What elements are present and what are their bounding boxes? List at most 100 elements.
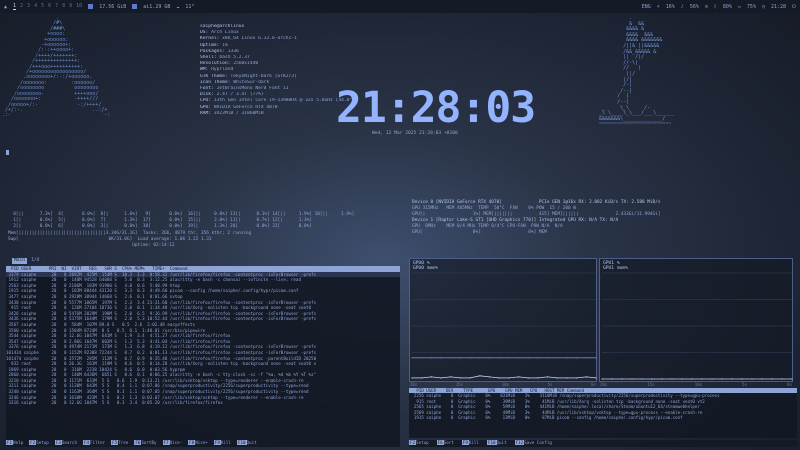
table-row[interactable]: 1915 saiphe 0 Graphic 0% 13MiB 0% 87MiB … — [409, 415, 797, 420]
nvtop-function-keys: F2Setup F6Sort F9Kill F10Quit F12Save Config — [409, 440, 797, 447]
fkey-action[interactable]: SortBy — [141, 440, 156, 445]
fkey-label[interactable]: F7 — [162, 440, 170, 445]
fkey-action[interactable]: Filter — [90, 440, 105, 445]
tab-main[interactable]: Main — [12, 258, 28, 264]
workspace-8[interactable]: 8 — [62, 3, 65, 10]
workspace-9[interactable]: 9 — [69, 3, 72, 10]
fkey-action[interactable]: Setup — [36, 440, 49, 445]
data-point — [450, 357, 452, 359]
fkey-f6[interactable]: F6Sort — [436, 440, 458, 447]
fkey-f10[interactable]: F10Quit — [236, 440, 260, 447]
data-point — [691, 378, 693, 380]
fkey-f9[interactable]: F9Kill — [461, 440, 483, 447]
workspace-10[interactable]: 10 — [76, 3, 82, 10]
fkey-label[interactable]: F9 — [461, 440, 469, 445]
fkey-action[interactable]: Sort — [444, 440, 454, 445]
fkey-label[interactable]: F12 — [514, 440, 525, 445]
fkey-action[interactable]: Setup — [416, 440, 429, 445]
fkey-action[interactable]: Quit — [247, 440, 257, 445]
volume-icon[interactable]: ♪ — [681, 4, 684, 10]
series-line-0 — [412, 375, 597, 379]
fkey-label[interactable]: F2 — [409, 440, 417, 445]
workspace-6[interactable]: 6 — [48, 3, 51, 10]
fkey-f1[interactable]: F1Help — [6, 440, 26, 447]
workspace-5[interactable]: 5 — [41, 3, 44, 10]
workspace-3[interactable]: 3 — [27, 3, 30, 10]
fkey-action[interactable]: Tree — [118, 440, 128, 445]
fkey-f4[interactable]: F4Filter — [82, 440, 108, 447]
meter-line: Uptime: 02:14:12 — [8, 243, 175, 249]
fkey-action[interactable]: Kill — [469, 440, 479, 445]
fkey-action[interactable]: Save Config — [524, 440, 552, 445]
data-point — [517, 376, 520, 378]
fkey-f10[interactable]: F10Quit — [486, 440, 511, 447]
data-point — [791, 378, 793, 380]
fkey-f9[interactable]: F9Kill — [213, 440, 234, 447]
fkey-action[interactable]: Nice+ — [195, 440, 208, 445]
arch-logo-icon[interactable]: ▲ — [4, 4, 7, 10]
tab-io[interactable]: I/O — [29, 258, 42, 264]
fkey-action[interactable]: Search — [62, 440, 77, 445]
clock-icon: ◷ — [761, 3, 765, 10]
workspace-2[interactable]: 2 — [20, 3, 23, 10]
fkey-label[interactable]: F9 — [213, 440, 221, 445]
data-point — [537, 377, 539, 379]
info-key: WM: — [200, 67, 209, 73]
data-point — [711, 378, 713, 380]
clock-date: Wed, 12 Mar 2025 21:28:03 +0100 — [372, 131, 458, 136]
gpu0-chart-plot — [411, 272, 597, 380]
info-value: 1m — [222, 42, 228, 48]
fkey-label[interactable]: F10 — [486, 440, 497, 445]
fkey-f8[interactable]: F8Nice+ — [188, 440, 211, 447]
fkey-action[interactable]: Help — [13, 440, 23, 445]
fkey-action[interactable]: Kill — [221, 440, 231, 445]
fkey-action[interactable]: Nice- — [170, 440, 183, 445]
data-point — [595, 377, 597, 379]
data-point — [651, 378, 653, 380]
workspace-7[interactable]: 7 — [55, 3, 58, 10]
table-row[interactable]: 3316 saiphe 20 0 12.6G 1047M 5 S 0.3 3.4… — [6, 400, 400, 406]
fkey-f5[interactable]: F5Tree — [111, 440, 131, 447]
fkey-action[interactable]: Quit — [497, 440, 507, 445]
workspace-1[interactable]: 1 — [13, 3, 17, 10]
data-point — [479, 357, 481, 359]
fkey-label[interactable]: F4 — [82, 440, 91, 445]
volume-value: 56% — [689, 3, 699, 10]
disk-icon — [132, 4, 138, 9]
fkey-f7[interactable]: F7Nice- — [162, 440, 186, 447]
data-point — [721, 378, 723, 380]
fkey-f6[interactable]: F6SortBy — [134, 440, 159, 447]
info-value: WhiteSur-dark — [233, 79, 270, 85]
info-value: 2560x1440 — [233, 61, 259, 67]
data-point — [585, 376, 587, 378]
fkey-f12[interactable]: F12Save Config — [514, 440, 556, 447]
arch-ascii-logo: . /#\ /###\ +oooo: +oooooo: -+oooooo+: /… — [2, 15, 111, 119]
fkey-label[interactable]: F3 — [54, 440, 62, 445]
fkey-f2[interactable]: F2Setup — [29, 440, 52, 447]
topbar-clock[interactable]: 21:28 — [771, 4, 786, 10]
data-point — [546, 376, 549, 378]
fkey-f3[interactable]: F3Search — [54, 440, 80, 447]
info-value: 3423MiB / 31868MiB — [213, 110, 264, 116]
info-key: Disk: — [200, 92, 214, 98]
data-point — [421, 357, 423, 359]
workspace-4[interactable]: 4 — [34, 3, 37, 10]
data-point — [498, 357, 500, 359]
fkey-f2[interactable]: F2Setup — [409, 440, 433, 447]
fkey-label[interactable]: F1 — [6, 440, 14, 445]
gpu1-chart: GPU1 % GPU1 mem% 20s 15s 10s 5s 0s — [599, 258, 793, 387]
power-icon[interactable]: ⏻ — [792, 4, 796, 10]
bonsai-ascii-art: . & && &&&& & &&&& &&& &&&& &&&&&&& /||&… — [599, 15, 675, 128]
nvtop-process-table: PID USER DEV TYPE GPU GPU MEM CPU HOST M… — [409, 388, 797, 438]
info-key: OS: — [200, 30, 209, 36]
weather-temp: 11° — [185, 3, 195, 10]
fkey-label[interactable]: F6 — [436, 440, 444, 445]
keyboard-layout[interactable]: ENG — [642, 4, 651, 10]
data-point — [469, 377, 471, 379]
bluetooth-icon[interactable]: ᛒ — [714, 4, 717, 10]
info-value: Arch Linux — [211, 30, 239, 36]
brightness-value: 16% — [665, 3, 675, 10]
gpu-info-line: GPU[ 0%] 0%] MEM — [412, 230, 547, 235]
wifi-icon[interactable]: ≋ — [705, 4, 708, 10]
fkey-label[interactable]: F10 — [236, 440, 247, 445]
